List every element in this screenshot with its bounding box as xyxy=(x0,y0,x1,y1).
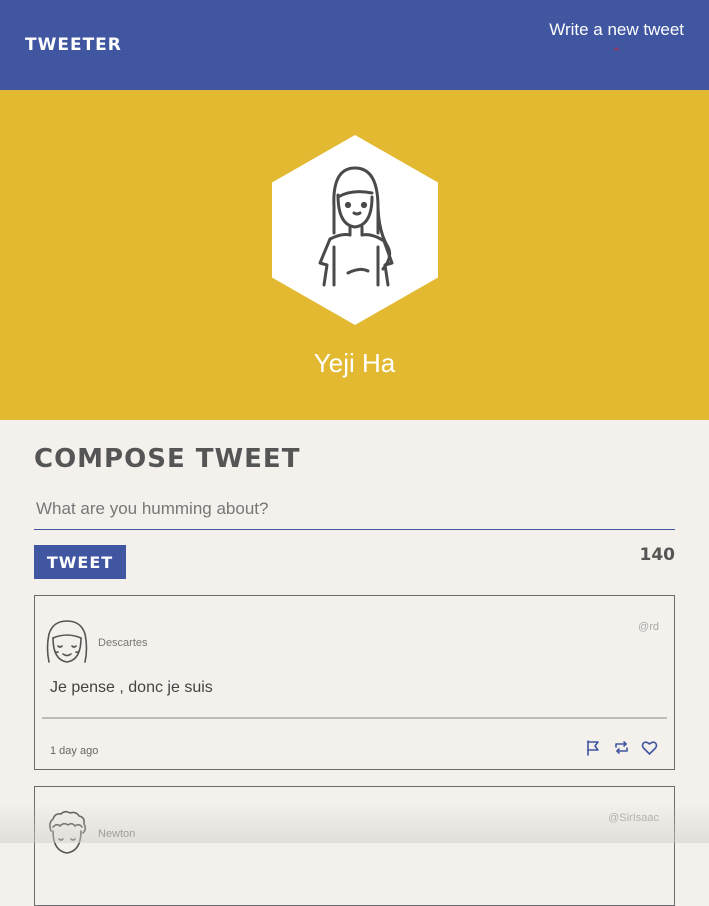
top-nav: Tweeter Write a new tweet ⌃ xyxy=(0,0,709,90)
tweet-input[interactable] xyxy=(34,488,675,530)
profile-name: Yeji Ha xyxy=(313,348,396,378)
tweet-author[interactable]: Newton xyxy=(98,828,135,840)
flag-icon[interactable] xyxy=(585,739,602,756)
profile-avatar xyxy=(272,135,438,325)
tweet-card: Descartes @rd Je pense , donc je suis 1 … xyxy=(34,595,675,770)
char-counter: 140 xyxy=(639,545,676,565)
brand-logo[interactable]: Tweeter xyxy=(25,35,122,55)
tweet-divider xyxy=(42,717,667,719)
tweet-text: Je pense , donc je suis xyxy=(50,679,213,696)
tweet-actions xyxy=(585,739,658,756)
chevron-down-icon[interactable]: ⌃ xyxy=(549,46,684,59)
tweet-handle[interactable]: @SirIsaac xyxy=(608,812,659,824)
tweet-timestamp: 1 day ago xyxy=(50,745,99,757)
retweet-icon[interactable] xyxy=(613,739,630,756)
compose-title: Compose Tweet xyxy=(34,444,301,474)
write-tweet-label[interactable]: Write a new tweet xyxy=(549,20,684,39)
avatar-icon xyxy=(46,620,88,663)
tweet-button[interactable]: Tweet xyxy=(34,545,126,579)
profile-header: Yeji Ha xyxy=(0,90,709,420)
tweet-card: Newton @SirIsaac xyxy=(34,786,675,906)
heart-icon[interactable] xyxy=(641,739,658,756)
avatar-icon xyxy=(49,810,87,854)
tweet-handle[interactable]: @rd xyxy=(638,621,659,633)
write-tweet-toggle[interactable]: Write a new tweet ⌃ xyxy=(549,20,684,59)
tweet-author[interactable]: Descartes xyxy=(98,637,148,649)
